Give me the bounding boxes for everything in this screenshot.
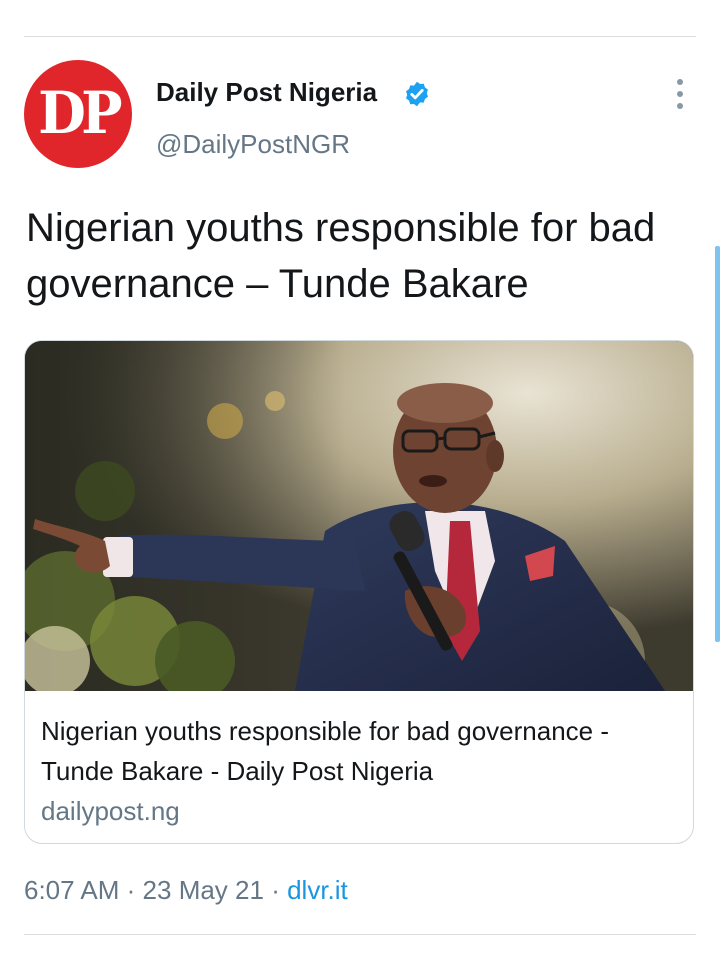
link-preview-card[interactable]: Nigerian youths responsible for bad gove… (24, 340, 694, 844)
tweet-source-link[interactable]: dlvr.it (287, 875, 348, 905)
top-divider (24, 36, 696, 37)
article-photo-illustration (25, 341, 693, 691)
avatar-logo-text: DP (38, 79, 122, 147)
account-name[interactable]: Daily Post Nigeria (156, 76, 377, 108)
more-dot (677, 91, 683, 97)
avatar[interactable]: DP (24, 60, 132, 168)
meta-separator: · (271, 875, 280, 905)
article-photo (25, 341, 693, 691)
tweet-time: 6:07 AM (24, 875, 120, 905)
account-handle[interactable]: @DailyPostNGR (156, 128, 350, 160)
tweet-meta: 6:07 AM · 23 May 21 · dlvr.it (24, 872, 348, 908)
more-options-icon[interactable] (668, 76, 692, 112)
card-domain: dailypost.ng (41, 796, 180, 826)
more-dot (677, 79, 683, 85)
card-title: Nigerian youths responsible for bad gove… (41, 716, 610, 786)
more-dot (677, 103, 683, 109)
meta-separator: · (126, 875, 136, 905)
tweet-text: Nigerian youths responsible for bad gove… (26, 206, 656, 306)
verified-badge-icon (406, 81, 428, 107)
bottom-divider (24, 934, 696, 935)
tweet-date: 23 May 21 (142, 875, 264, 905)
scrollbar[interactable] (715, 246, 720, 642)
tweet-detail-screen: DP Daily Post Nigeria @DailyPostNGR Nige… (0, 0, 720, 966)
